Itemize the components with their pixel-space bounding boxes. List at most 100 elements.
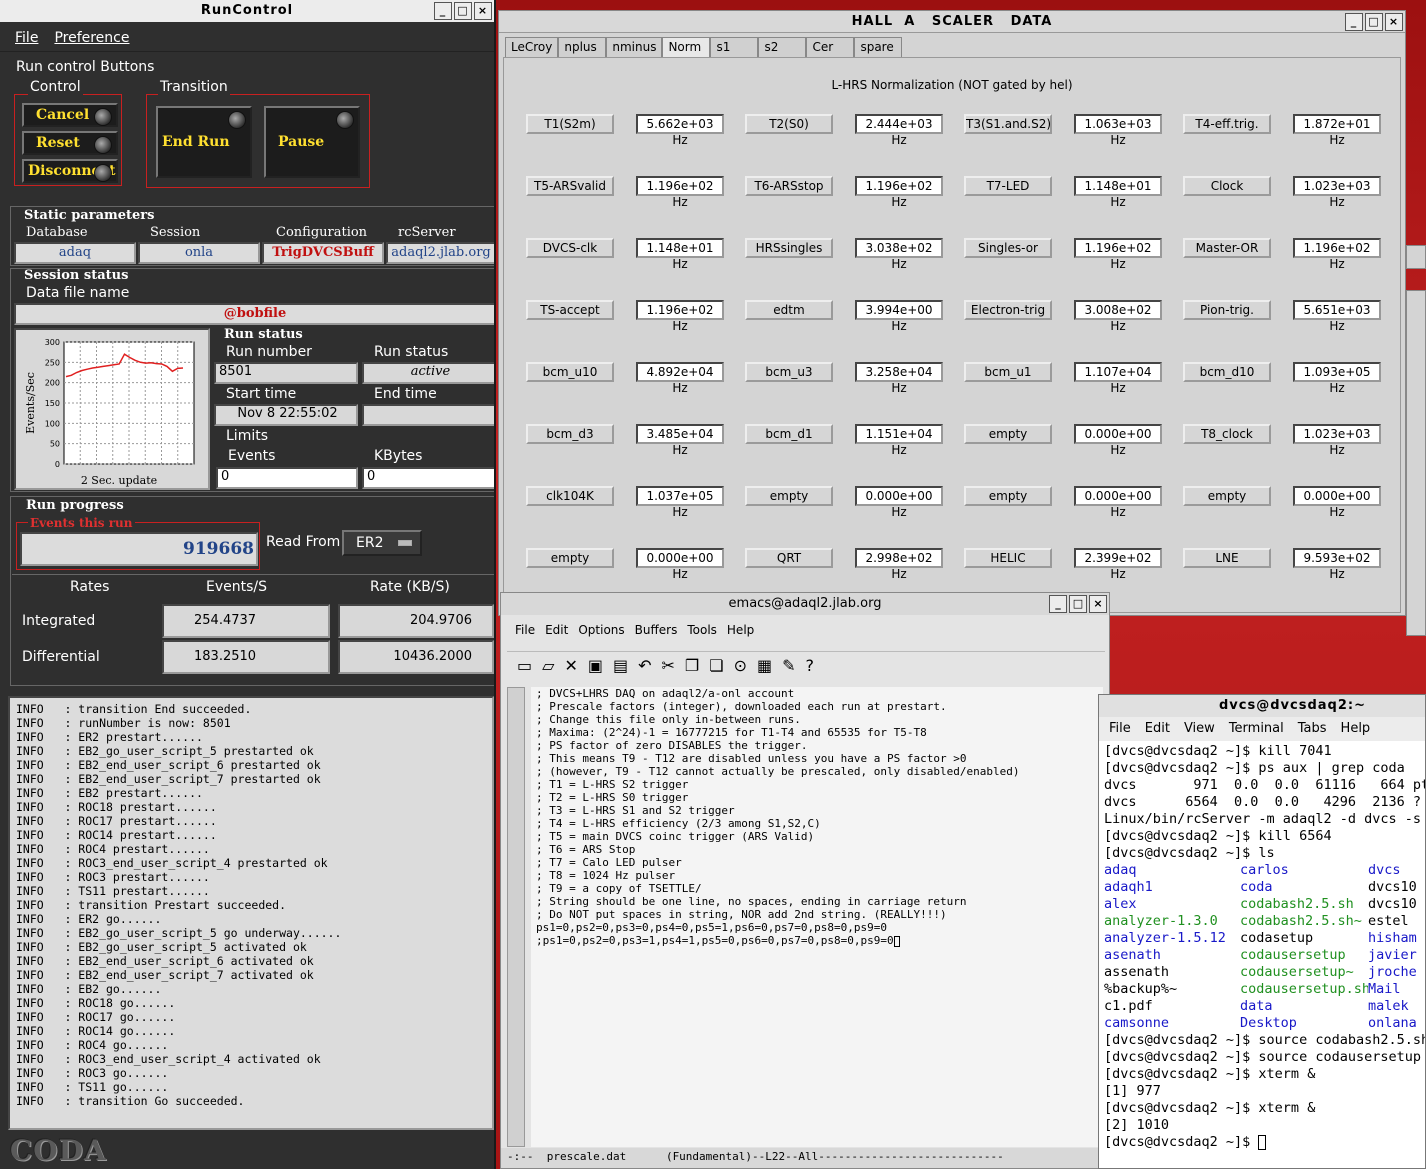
save-as-icon[interactable]: ▤ — [613, 656, 628, 677]
scaler-channel-button[interactable]: Singles-or — [964, 238, 1052, 258]
ls-entry: hisham — [1368, 930, 1417, 946]
scaler-channel-button[interactable]: bcm_u3 — [745, 362, 833, 382]
scaler-rate-value: 0.000e+00 Hz — [1074, 424, 1162, 457]
tab-nminus[interactable]: nminus — [606, 37, 663, 57]
close-icon[interactable]: ✕ — [564, 656, 577, 677]
menu-preference[interactable]: Preference — [54, 30, 129, 46]
terminal-titlebar[interactable]: dvcs@dvcsdaq2:~ — [1099, 695, 1425, 717]
emacs-menu-file[interactable]: File — [515, 623, 535, 637]
minimize-icon[interactable]: _ — [1049, 595, 1067, 613]
print-icon[interactable]: ▦ — [757, 656, 772, 677]
scaler-channel-button[interactable]: T1(S2m) — [526, 114, 614, 134]
ls-row: adaq carlos dvcs — [1104, 862, 1420, 879]
reset-button[interactable]: Reset — [22, 131, 118, 155]
copy-icon[interactable]: ❐ — [685, 656, 699, 677]
emacs-buffer[interactable]: ; DVCS+LHRS DAQ on adaql2/a-onl account;… — [531, 687, 1103, 1147]
terminal-menu-edit[interactable]: Edit — [1145, 721, 1170, 737]
scaler-channel-button[interactable]: HELIC — [964, 548, 1052, 568]
scaler-titlebar[interactable]: HALL A SCALER DATA _ □ × — [499, 11, 1405, 33]
scaler-rate-value: 1.093e+05 Hz — [1293, 362, 1381, 395]
close-icon[interactable]: × — [1089, 595, 1107, 613]
scaler-channel-button[interactable]: bcm_d10 — [1183, 362, 1271, 382]
scaler-channel-button[interactable]: T3(S1.and.S2) — [964, 114, 1052, 134]
tab-s2[interactable]: s2 — [758, 37, 807, 57]
cut-icon[interactable]: ✂ — [662, 656, 675, 677]
message-log[interactable]: INFO : transition End succeeded. INFO : r… — [8, 696, 494, 1130]
emacs-menu-edit[interactable]: Edit — [545, 623, 568, 637]
maximize-icon[interactable]: □ — [454, 2, 472, 20]
tab-spare[interactable]: spare — [854, 37, 903, 57]
scaler-channel-button[interactable]: empty — [745, 486, 833, 506]
scaler-channel-button[interactable]: Master-OR — [1183, 238, 1271, 258]
ls-entry: codausersetup — [1240, 947, 1346, 963]
disconnect-button[interactable]: Disconnect — [22, 159, 118, 183]
tab-s1[interactable]: s1 — [710, 37, 759, 57]
emacs-titlebar[interactable]: emacs@adaql2.jlab.org _ □ × — [501, 593, 1109, 615]
scaler-channel-button[interactable]: TS-accept — [526, 300, 614, 320]
search-icon[interactable]: ⊙ — [734, 656, 747, 677]
scaler-channel-button[interactable]: T5-ARSvalid — [526, 176, 614, 196]
maximize-icon[interactable]: □ — [1069, 595, 1087, 613]
save-icon[interactable]: ▣ — [588, 656, 603, 677]
scaler-channel-button[interactable]: T7-LED — [964, 176, 1052, 196]
terminal-menu-terminal[interactable]: Terminal — [1229, 721, 1284, 737]
close-icon[interactable]: × — [474, 2, 492, 20]
background-window-edge[interactable] — [1406, 290, 1426, 636]
tab-norm[interactable]: Norm — [662, 37, 711, 57]
scaler-channel-button[interactable]: Pion-trig. — [1183, 300, 1271, 320]
scaler-channel-button[interactable]: edtm — [745, 300, 833, 320]
emacs-menu-buffers[interactable]: Buffers — [635, 623, 678, 637]
terminal-menu-file[interactable]: File — [1109, 721, 1131, 737]
menu-file[interactable]: File — [15, 30, 38, 46]
scaler-channel-button[interactable]: empty — [1183, 486, 1271, 506]
background-window-edge[interactable] — [1406, 245, 1426, 269]
customize-icon[interactable]: ✎ — [782, 656, 795, 677]
scaler-channel-button[interactable]: T2(S0) — [745, 114, 833, 134]
scaler-channel-button[interactable]: T4-eff.trig. — [1183, 114, 1271, 134]
emacs-menu-help[interactable]: Help — [727, 623, 754, 637]
scaler-channel-button[interactable]: Electron-trig — [964, 300, 1052, 320]
scaler-channel-button[interactable]: empty — [964, 424, 1052, 444]
runcontrol-titlebar[interactable]: RunControl _ □ × — [0, 0, 494, 22]
scaler-channel-button[interactable]: empty — [526, 548, 614, 568]
pause-button[interactable]: Pause — [264, 106, 360, 178]
terminal-output[interactable]: [dvcs@dvcsdaq2 ~]$ kill 7041 [dvcs@dvcsda… — [1099, 741, 1425, 1153]
emacs-line: ; This means T9 - T12 are disabled unles… — [536, 752, 967, 765]
paste-icon[interactable]: ❏ — [709, 656, 723, 677]
scaler-channel-button[interactable]: bcm_d3 — [526, 424, 614, 444]
scaler-channel-button[interactable]: DVCS-clk — [526, 238, 614, 258]
emacs-menu-options[interactable]: Options — [578, 623, 624, 637]
terminal-menu-tabs[interactable]: Tabs — [1298, 721, 1327, 737]
read-from-select[interactable]: ER2 — [342, 530, 422, 556]
tab-cer[interactable]: Cer — [806, 37, 855, 57]
tab-lecroy[interactable]: LeCroy — [505, 37, 559, 57]
scaler-channel-button[interactable]: bcm_u1 — [964, 362, 1052, 382]
minimize-icon[interactable]: _ — [1345, 13, 1363, 31]
scaler-channel-button[interactable]: T8_clock — [1183, 424, 1271, 444]
cancel-button[interactable]: Cancel — [22, 103, 118, 127]
undo-icon[interactable]: ↶ — [638, 656, 651, 677]
terminal-menu-view[interactable]: View — [1184, 721, 1215, 737]
emacs-scrollbar[interactable] — [507, 687, 525, 1147]
new-file-icon[interactable]: ▭ — [517, 656, 532, 677]
emacs-menu-tools[interactable]: Tools — [687, 623, 717, 637]
scaler-channel-button[interactable]: LNE — [1183, 548, 1271, 568]
scaler-channel-button[interactable]: bcm_u10 — [526, 362, 614, 382]
scaler-channel-button[interactable]: T6-ARSstop — [745, 176, 833, 196]
end-run-button[interactable]: End Run — [156, 106, 252, 178]
close-icon[interactable]: × — [1385, 13, 1403, 31]
help-icon[interactable]: ? — [806, 656, 815, 677]
events-limit-input[interactable]: 0 — [216, 467, 358, 489]
scaler-channel-button[interactable]: Clock — [1183, 176, 1271, 196]
tab-nplus[interactable]: nplus — [558, 37, 607, 57]
terminal-menu-help[interactable]: Help — [1341, 721, 1371, 737]
kbytes-limit-input[interactable]: 0 — [362, 467, 494, 489]
scaler-channel-button[interactable]: QRT — [745, 548, 833, 568]
scaler-channel-button[interactable]: clk104K — [526, 486, 614, 506]
open-folder-icon[interactable]: ▱ — [542, 656, 554, 677]
scaler-channel-button[interactable]: bcm_d1 — [745, 424, 833, 444]
minimize-icon[interactable]: _ — [434, 2, 452, 20]
scaler-channel-button[interactable]: HRSsingles — [745, 238, 833, 258]
maximize-icon[interactable]: □ — [1365, 13, 1383, 31]
scaler-channel-button[interactable]: empty — [964, 486, 1052, 506]
